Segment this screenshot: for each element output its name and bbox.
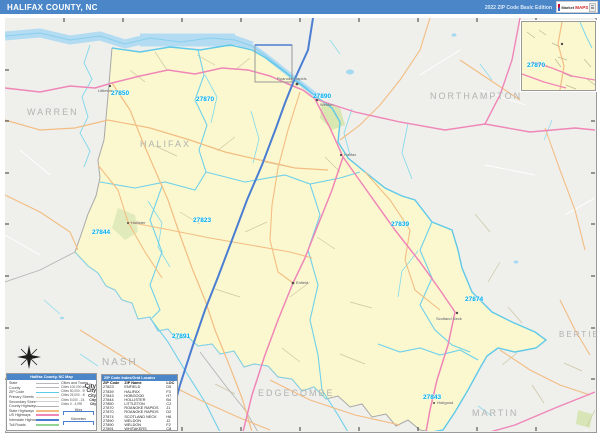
- logo-text-market: Market: [561, 4, 575, 10]
- legend-row-toll: Toll Roads: [9, 422, 59, 427]
- logo-text-maps: MAPS: [575, 4, 589, 10]
- logo-address-block: [589, 2, 596, 12]
- logo-icon: [558, 3, 561, 11]
- table-row: 27870 ROANOKE RAPIDS D2: [103, 410, 172, 415]
- map-page: HALIFAX COUNTY, NC 2022 ZIP Code Basic E…: [0, 0, 600, 435]
- scalebar-miles: Miles: [61, 408, 96, 416]
- table-row: 27891 WHITAKERS C8: [103, 426, 172, 431]
- marketmaps-logo: Market MAPS: [556, 1, 598, 13]
- table-row: 27823 ENFIELD D5: [103, 385, 172, 390]
- legend-city-0: Cities 0 - 4,999 City: [61, 401, 96, 406]
- county-map-graphic: [5, 18, 595, 431]
- header-bar: HALIFAX COUNTY, NC 2022 ZIP Code Basic E…: [0, 0, 600, 14]
- inset-map-roanoke-rapids: 27870: [520, 20, 597, 92]
- inset-map-graphic: [522, 22, 595, 90]
- edition-label: 2022 ZIP Code Basic Edition: [484, 5, 552, 11]
- map-legend: Halifax County, NC Map State County ZIP …: [6, 373, 97, 431]
- legend-city-list: Cities and Towns Cities 100,000 and Abov…: [61, 381, 96, 425]
- legend-road-list: State County ZIP Code Primary Streets Se…: [9, 381, 59, 427]
- page-title: HALIFAX COUNTY, NC: [7, 3, 98, 12]
- scalebar-kilometers: Kilometers: [61, 417, 96, 425]
- zip-code-index-table: ZIP Code Index/Grid Locator ZIP Code ZIP…: [101, 374, 178, 431]
